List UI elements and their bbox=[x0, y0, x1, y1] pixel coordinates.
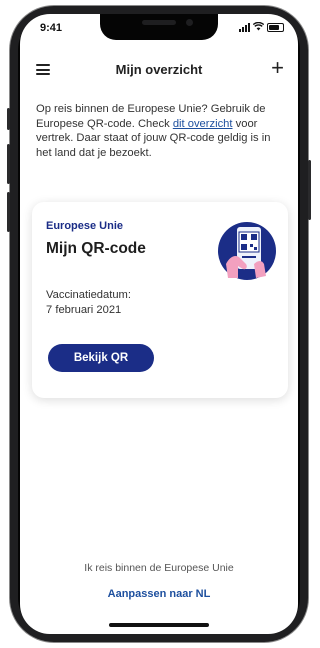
battery-icon bbox=[267, 23, 284, 32]
status-time: 9:41 bbox=[40, 22, 63, 34]
wifi-icon bbox=[252, 21, 265, 33]
top-bar: Mijn overzicht + bbox=[20, 54, 298, 84]
front-camera bbox=[186, 19, 193, 26]
footer-text: Ik reis binnen de Europese Unie bbox=[84, 562, 234, 574]
page-title: Mijn overzicht bbox=[115, 62, 203, 77]
change-to-nl-link[interactable]: Aanpassen naar NL bbox=[20, 588, 298, 600]
home-indicator[interactable] bbox=[109, 623, 209, 627]
side-button-left-1 bbox=[7, 108, 10, 130]
notch bbox=[100, 14, 218, 40]
card-eyebrow: Europese Unie bbox=[46, 220, 124, 232]
side-button-left-2 bbox=[7, 144, 10, 184]
speaker bbox=[142, 20, 176, 25]
overview-link[interactable]: dit overzicht bbox=[173, 118, 233, 130]
status-icons bbox=[239, 21, 284, 33]
signal-icon bbox=[239, 23, 250, 32]
side-button-right bbox=[308, 160, 311, 220]
app-screen: 9:41 Mijn overzicht + Op reis binnen de … bbox=[20, 14, 298, 634]
vaccination-date-label: Vaccinatiedatum: bbox=[46, 289, 131, 301]
side-button-left-3 bbox=[7, 192, 10, 232]
qr-phone-illustration bbox=[218, 222, 276, 280]
card-title: Mijn QR-code bbox=[46, 240, 146, 257]
view-qr-button[interactable]: Bekijk QR bbox=[48, 344, 154, 372]
vaccination-date-value: 7 februari 2021 bbox=[46, 304, 122, 316]
plus-icon[interactable]: + bbox=[271, 56, 284, 80]
qr-card[interactable]: Europese Unie Mijn QR-code Vaccinatiedat… bbox=[32, 202, 288, 398]
intro-text: Op reis binnen de Europese Unie? Gebruik… bbox=[36, 102, 288, 160]
